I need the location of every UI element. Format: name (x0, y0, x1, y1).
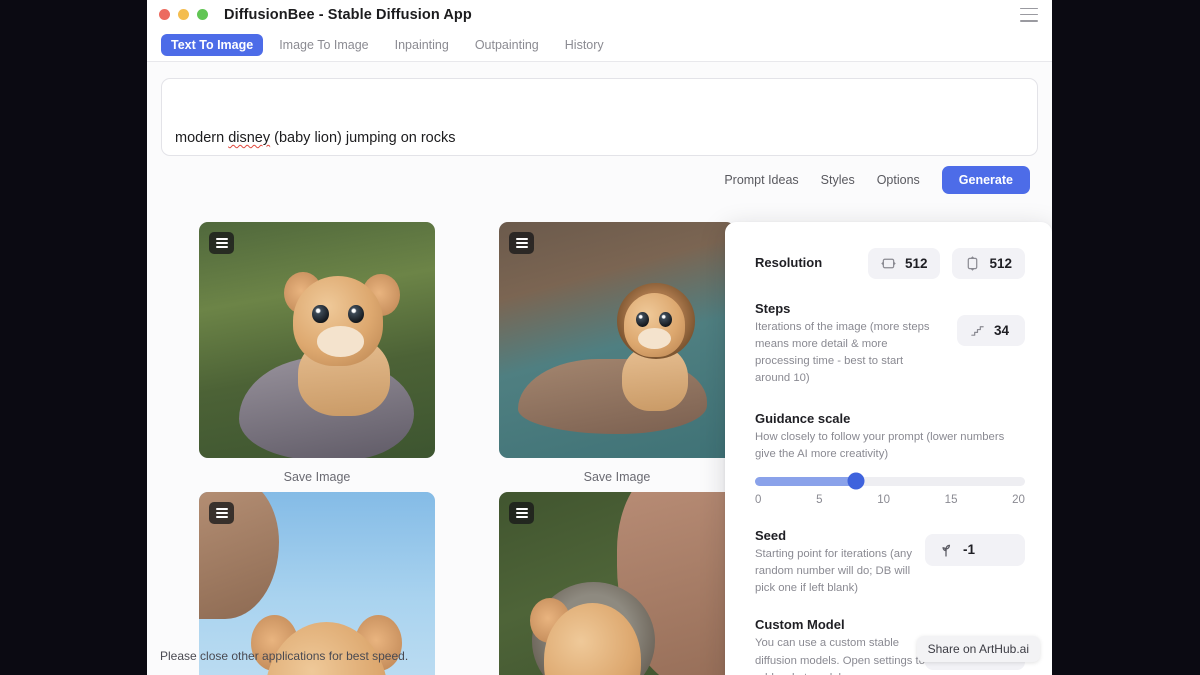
generated-image-thumbnail[interactable] (499, 492, 735, 675)
close-window-button[interactable] (159, 9, 170, 20)
seed-value: -1 (963, 542, 975, 557)
steps-input[interactable]: 34 (957, 315, 1025, 346)
resolution-setting: Resolution 512 (755, 248, 1025, 279)
seed-label-group: Seed Starting point for iterations (any … (755, 528, 925, 597)
window-traffic-lights (159, 9, 208, 20)
height-arrows-icon (965, 256, 980, 271)
generate-button[interactable]: Generate (942, 166, 1030, 194)
steps-value: 34 (994, 323, 1009, 338)
steps-setting: Steps Iterations of the image (more step… (755, 301, 1025, 388)
status-message: Please close other applications for best… (160, 649, 408, 663)
desktop-background: DiffusionBee - Stable Diffusion App Text… (0, 0, 1200, 675)
guidance-slider-fill (755, 477, 856, 486)
guidance-title: Guidance scale (755, 411, 1025, 426)
image-menu-icon[interactable] (509, 232, 534, 254)
main-tab-bar: Text To Image Image To Image Inpainting … (147, 29, 1052, 62)
image-menu-icon[interactable] (209, 502, 234, 524)
generated-image-art (199, 222, 435, 458)
prompt-input[interactable]: modern disney (baby lion) jumping on roc… (161, 78, 1038, 156)
prompt-text-part-1: modern (175, 130, 228, 146)
custom-model-label-group: Custom Model You can use a custom stable… (755, 617, 925, 675)
resolution-fields: 512 512 (868, 248, 1025, 279)
image-menu-icon[interactable] (209, 232, 234, 254)
seed-field-wrap: -1 (925, 528, 1025, 566)
width-input[interactable]: 512 (868, 248, 941, 279)
options-button[interactable]: Options (877, 173, 920, 187)
options-settings-panel: Resolution 512 (725, 222, 1052, 675)
tab-image-to-image[interactable]: Image To Image (269, 34, 378, 56)
save-image-button[interactable]: Save Image (284, 470, 351, 484)
sprout-seed-icon (938, 542, 954, 558)
guidance-tick-0: 0 (755, 494, 761, 506)
resolution-title: Resolution (755, 255, 822, 270)
result-card (467, 492, 767, 675)
generated-image-art (499, 222, 735, 458)
prompt-text-part-2: (baby lion) jumping on rocks (270, 130, 455, 146)
save-image-button[interactable]: Save Image (584, 470, 651, 484)
result-card: Save Image (467, 222, 767, 492)
seed-title: Seed (755, 528, 925, 543)
generated-image-thumbnail[interactable] (199, 492, 435, 675)
seed-input[interactable]: -1 (925, 534, 1025, 566)
app-title: DiffusionBee - Stable Diffusion App (224, 7, 472, 23)
height-input[interactable]: 512 (952, 248, 1025, 279)
tab-history[interactable]: History (555, 34, 614, 56)
prompt-misspelled-word: disney (228, 130, 270, 146)
custom-model-title: Custom Model (755, 617, 925, 632)
guidance-slider-ticks: 0 5 10 15 20 (755, 494, 1025, 506)
seed-setting: Seed Starting point for iterations (any … (755, 528, 1025, 597)
guidance-tick-10: 10 (877, 494, 890, 506)
diffusionbee-window: DiffusionBee - Stable Diffusion App Text… (147, 0, 1052, 675)
result-card: Save Image (167, 222, 467, 492)
steps-description: Iterations of the image (more steps mean… (755, 319, 933, 388)
zoom-window-button[interactable] (197, 9, 208, 20)
resolution-label-group: Resolution (755, 255, 822, 273)
window-titlebar: DiffusionBee - Stable Diffusion App (147, 0, 1052, 29)
hamburger-menu-icon[interactable] (1020, 8, 1038, 22)
steps-label-group: Steps Iterations of the image (more step… (755, 301, 933, 388)
stairs-steps-icon (970, 323, 985, 338)
steps-field-wrap: 34 (957, 301, 1025, 346)
width-value: 512 (905, 256, 928, 271)
guidance-description: How closely to follow your prompt (lower… (755, 429, 1025, 463)
prompt-input-value: modern disney (baby lion) jumping on roc… (175, 130, 456, 146)
guidance-tick-20: 20 (1012, 494, 1025, 506)
main-content-area: modern disney (baby lion) jumping on roc… (147, 62, 1052, 675)
seed-description: Starting point for iterations (any rando… (755, 546, 925, 597)
styles-button[interactable]: Styles (821, 173, 855, 187)
tab-text-to-image[interactable]: Text To Image (161, 34, 263, 56)
guidance-tick-15: 15 (945, 494, 958, 506)
image-menu-icon[interactable] (509, 502, 534, 524)
tab-inpainting[interactable]: Inpainting (385, 34, 459, 56)
width-arrows-icon (881, 256, 896, 271)
custom-model-description: You can use a custom stable diffusion mo… (755, 635, 925, 675)
guidance-scale-setting: Guidance scale How closely to follow you… (755, 411, 1025, 506)
guidance-slider-track[interactable] (755, 477, 1025, 486)
guidance-slider-thumb[interactable] (848, 473, 865, 490)
prompt-ideas-button[interactable]: Prompt Ideas (724, 173, 798, 187)
guidance-slider[interactable]: 0 5 10 15 20 (755, 477, 1025, 506)
generated-image-art (199, 492, 435, 675)
generated-image-thumbnail[interactable] (499, 222, 735, 458)
result-card (167, 492, 467, 675)
generated-image-art (499, 492, 735, 675)
prompt-action-row: Prompt Ideas Styles Options Generate (724, 166, 1030, 194)
minimize-window-button[interactable] (178, 9, 189, 20)
generated-image-thumbnail[interactable] (199, 222, 435, 458)
guidance-tick-5: 5 (816, 494, 822, 506)
share-on-arthub-button[interactable]: Share on ArtHub.ai (917, 636, 1040, 662)
steps-title: Steps (755, 301, 933, 316)
height-value: 512 (989, 256, 1012, 271)
tab-outpainting[interactable]: Outpainting (465, 34, 549, 56)
